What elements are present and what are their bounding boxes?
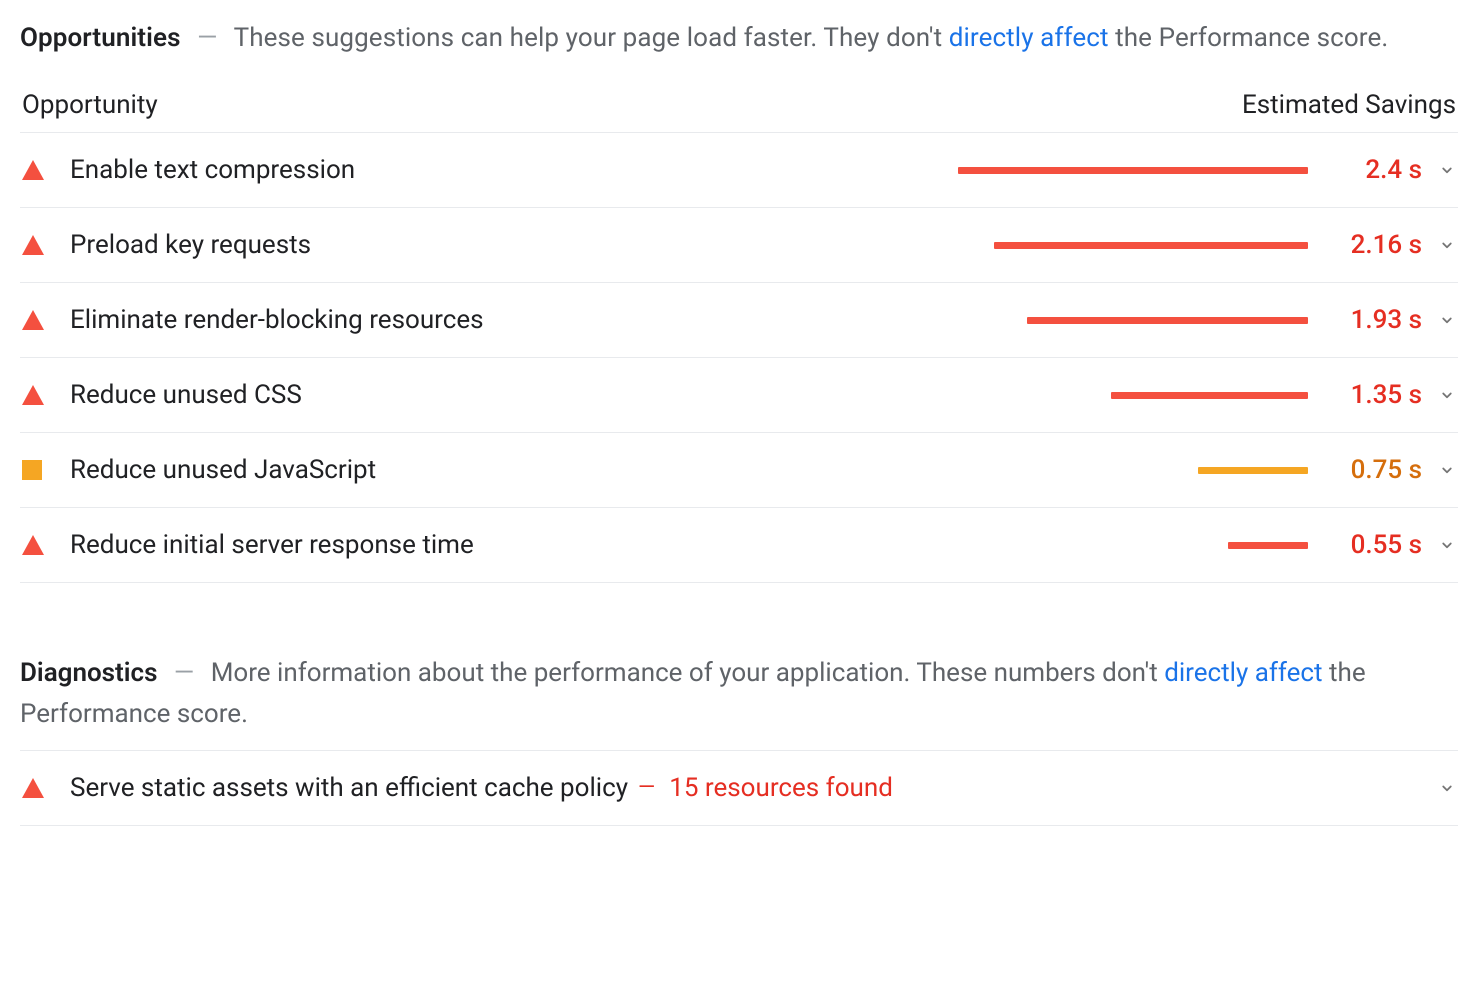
savings-value: 0.75 s [1328, 455, 1422, 485]
savings-bar [994, 242, 1308, 249]
diagnostics-desc-pre: More information about the performance o… [211, 658, 1165, 688]
diagnostics-desc-link[interactable]: directly affect [1164, 658, 1322, 688]
chevron-down-icon[interactable] [1422, 236, 1456, 254]
triangle-fail-icon [22, 235, 44, 255]
savings-value: 1.35 s [1328, 380, 1422, 410]
opportunity-row[interactable]: Preload key requests 2.16 s [20, 208, 1458, 283]
triangle-fail-icon [22, 310, 44, 330]
audit-report: Opportunities — These suggestions can he… [0, 0, 1478, 866]
savings-value: 2.16 s [1328, 230, 1422, 260]
opportunity-label: Preload key requests [70, 230, 311, 260]
opportunity-label: Reduce initial server response time [70, 530, 474, 560]
chevron-down-icon[interactable] [1422, 536, 1456, 554]
diagnostic-label: Serve static assets with an efficient ca… [70, 773, 628, 803]
opportunity-row[interactable]: Eliminate render-blocking resources 1.93 … [20, 283, 1458, 358]
square-warn-icon [22, 460, 42, 480]
opportunities-list: Enable text compression 2.4 s Preload key … [20, 133, 1458, 583]
savings-bar-wrap [958, 242, 1308, 249]
section-gap [20, 583, 1458, 653]
opportunities-desc-link[interactable]: directly affect [949, 23, 1109, 53]
opportunity-row[interactable]: Reduce unused CSS 1.35 s [20, 358, 1458, 433]
chevron-down-icon[interactable] [1422, 386, 1456, 404]
opportunity-label: Reduce unused CSS [70, 380, 302, 410]
opportunities-title: Opportunities [20, 23, 181, 53]
chevron-down-icon[interactable] [1422, 461, 1456, 479]
opportunities-header: Opportunities — These suggestions can he… [20, 18, 1458, 58]
opportunities-desc-post: the Performance score. [1109, 23, 1389, 53]
opportunity-label: Enable text compression [70, 155, 355, 185]
triangle-fail-icon [22, 778, 44, 798]
savings-bar [1228, 542, 1308, 549]
diagnostics-list: Serve static assets with an efficient ca… [20, 751, 1458, 826]
column-estimated-savings: Estimated Savings [1242, 90, 1456, 120]
savings-bar [1111, 392, 1308, 399]
savings-value: 2.4 s [1328, 155, 1422, 185]
savings-bar-wrap [958, 467, 1308, 474]
opportunity-row[interactable]: Reduce unused JavaScript 0.75 s [20, 433, 1458, 508]
savings-bar [1198, 467, 1308, 474]
savings-bar-wrap [958, 317, 1308, 324]
opportunity-label: Reduce unused JavaScript [70, 455, 376, 485]
triangle-fail-icon [22, 385, 44, 405]
savings-bar-wrap [958, 542, 1308, 549]
column-opportunity: Opportunity [22, 90, 158, 120]
diagnostic-extra: 15 resources found [669, 773, 893, 803]
savings-bar [958, 167, 1308, 174]
opportunity-row[interactable]: Enable text compression 2.4 s [20, 133, 1458, 208]
savings-value: 1.93 s [1328, 305, 1422, 335]
triangle-fail-icon [22, 535, 44, 555]
opportunity-row[interactable]: Reduce initial server response time 0.55 … [20, 508, 1458, 583]
chevron-down-icon[interactable] [1422, 779, 1456, 797]
diagnostic-extra-dash: — [638, 775, 655, 800]
savings-bar-wrap [958, 392, 1308, 399]
opportunities-columns: Opportunity Estimated Savings [20, 90, 1458, 133]
savings-bar [1027, 317, 1308, 324]
chevron-down-icon[interactable] [1422, 161, 1456, 179]
triangle-fail-icon [22, 160, 44, 180]
opportunities-desc-pre: These suggestions can help your page loa… [234, 23, 949, 53]
chevron-down-icon[interactable] [1422, 311, 1456, 329]
diagnostics-title: Diagnostics [20, 658, 157, 688]
opportunity-label: Eliminate render-blocking resources [70, 305, 484, 335]
diagnostic-row[interactable]: Serve static assets with an efficient ca… [20, 751, 1458, 826]
dash: — [174, 658, 194, 688]
dash: — [197, 23, 217, 53]
diagnostics-header: Diagnostics — More information about the… [20, 653, 1458, 751]
savings-value: 0.55 s [1328, 530, 1422, 560]
savings-bar-wrap [958, 167, 1308, 174]
